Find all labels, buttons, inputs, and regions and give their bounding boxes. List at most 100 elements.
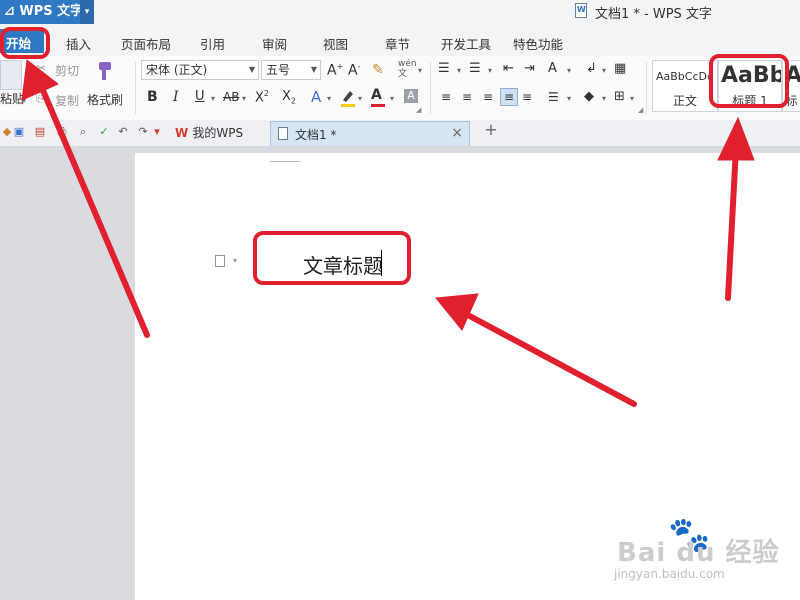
shading-icon[interactable]: ◆ [584, 89, 594, 104]
undo-icon[interactable]: ↶ [116, 125, 130, 139]
paste-dropdown-icon[interactable]: ▾ [22, 96, 26, 105]
chevron-down-icon[interactable]: ▾ [211, 94, 215, 103]
chevron-down-icon[interactable]: ▾ [418, 66, 422, 75]
paragraph-mark-icon[interactable]: ↲ [586, 61, 597, 76]
italic-icon[interactable]: I [173, 89, 179, 105]
customize-toolbar-icon[interactable]: ▾ [150, 125, 164, 139]
left-gutter [0, 147, 135, 600]
spell-check-icon[interactable]: ✓ [97, 125, 111, 139]
phonetic-guide-icon[interactable]: wén 文 [398, 59, 417, 79]
chevron-down-icon[interactable]: ▾ [358, 94, 362, 103]
chinese-layout-icon[interactable]: A [548, 61, 557, 76]
style-normal-label: 正文 [672, 94, 697, 108]
subscript-icon[interactable]: X2 [282, 89, 296, 106]
document-icon [278, 127, 288, 140]
chevron-down-icon: ▼ [248, 65, 255, 74]
chevron-down-icon[interactable]: ▾ [602, 66, 606, 75]
paragraph-handle-icon[interactable] [215, 255, 225, 267]
font-size-select[interactable]: 五号 ▼ [261, 60, 321, 80]
copy-button[interactable]: 复制 [55, 92, 79, 109]
chevron-down-icon[interactable]: ▾ [567, 94, 571, 103]
watermark-logo: Bai du 经验 [617, 538, 780, 568]
highlight-box-home-tab [0, 27, 50, 59]
chevron-down-icon: ▼ [310, 65, 317, 74]
title-bar: ⊿ WPS 文字 ▾ 文档1 * - WPS 文字 [0, 0, 800, 26]
separator [430, 62, 431, 114]
table-icon[interactable]: ▦ [614, 61, 626, 76]
new-tab-button[interactable]: + [484, 122, 498, 138]
my-wps-tab-label: 我的WPS [192, 126, 244, 140]
app-menu-button[interactable]: ⊿ WPS 文字 [0, 0, 83, 24]
character-shading-icon[interactable]: A [404, 89, 418, 103]
chevron-down-icon[interactable]: ▾ [233, 256, 237, 265]
window-title: 文档1 * - WPS 文字 [595, 7, 712, 22]
font-family-value: 宋体 (正文) [146, 63, 208, 77]
document-tab[interactable]: 文档1 * × [270, 121, 470, 146]
highlight-box-heading-text [253, 231, 411, 285]
ribbon-home: 粘贴 ▾ ✂ 剪切 ⎘ 复制 格式刷 宋体 (正文) ▼ 五号 ▼ A+ A- … [0, 56, 800, 121]
chevron-down-icon[interactable]: ▾ [390, 94, 394, 103]
chevron-down-icon[interactable]: ▾ [630, 94, 634, 103]
chevron-down-icon[interactable]: ▾ [242, 94, 246, 103]
tab-page-layout[interactable]: 页面布局 [121, 34, 171, 53]
bullet-list-icon[interactable]: ☰ [438, 61, 450, 76]
my-wps-tab[interactable]: W 我的WPS [175, 124, 243, 141]
print-preview-icon[interactable]: ⌕ [76, 125, 90, 139]
paste-icon[interactable] [0, 60, 22, 90]
font-size-value: 五号 [266, 63, 291, 77]
paste-button[interactable]: 粘贴 [0, 90, 24, 107]
border-icon[interactable]: ⊞ [614, 89, 625, 104]
align-right-icon[interactable]: ≡ [483, 90, 493, 104]
tab-chapter[interactable]: 章节 [385, 34, 410, 53]
font-dialog-launcher-icon[interactable]: ◢ [416, 106, 421, 114]
tab-view[interactable]: 视图 [323, 34, 348, 53]
tab-special[interactable]: 特色功能 [513, 34, 563, 53]
document-icon [575, 3, 587, 18]
clear-format-icon[interactable]: ✎ [372, 62, 384, 78]
distributed-icon[interactable]: ≡ [522, 90, 532, 104]
tab-insert[interactable]: 插入 [66, 34, 91, 53]
increase-indent-icon[interactable]: ⇥ [524, 61, 535, 76]
highlight-icon[interactable] [340, 88, 356, 108]
tab-references[interactable]: 引用 [200, 34, 225, 53]
format-painter-button[interactable]: 格式刷 [87, 91, 123, 108]
numbered-list-icon[interactable]: ☰ [469, 61, 481, 76]
align-left-icon[interactable]: ≡ [441, 90, 451, 104]
chevron-down-icon[interactable]: ▾ [457, 66, 461, 75]
save-icon[interactable]: ▣ [12, 125, 26, 139]
chevron-down-icon[interactable]: ▾ [567, 66, 571, 75]
underline-icon[interactable]: U [195, 89, 205, 104]
align-center-icon[interactable]: ≡ [462, 90, 472, 104]
bold-icon[interactable]: B [147, 89, 158, 105]
export-pdf-icon[interactable]: ▤ [33, 125, 47, 139]
separator [646, 62, 647, 114]
close-tab-button[interactable]: × [451, 125, 463, 141]
page-margin-mark [270, 153, 300, 162]
superscript-icon[interactable]: X2 [255, 89, 269, 105]
chevron-down-icon[interactable]: ▾ [327, 94, 331, 103]
cut-button[interactable]: 剪切 [55, 62, 79, 79]
paragraph-dialog-launcher-icon[interactable]: ◢ [638, 106, 643, 114]
chevron-down-icon[interactable]: ▾ [488, 66, 492, 75]
watermark-url: jingyan.baidu.com [614, 567, 725, 581]
strikethrough-icon[interactable]: AB [223, 90, 239, 104]
copy-icon[interactable]: ⎘ [36, 91, 46, 106]
justify-icon[interactable]: ≡ [500, 88, 518, 106]
line-spacing-icon[interactable]: ☰ [548, 90, 559, 104]
tab-developer[interactable]: 开发工具 [441, 34, 491, 53]
app-menu-dropdown-icon[interactable]: ▾ [80, 0, 94, 24]
redo-icon[interactable]: ↷ [136, 125, 150, 139]
grow-font-icon[interactable]: A+ [327, 62, 343, 79]
font-family-select[interactable]: 宋体 (正文) ▼ [141, 60, 259, 80]
shrink-font-icon[interactable]: A- [348, 62, 360, 79]
cut-icon[interactable]: ✂ [36, 61, 46, 75]
font-color-icon[interactable]: A [371, 87, 387, 109]
chevron-down-icon[interactable]: ▾ [602, 94, 606, 103]
decrease-indent-icon[interactable]: ⇤ [503, 61, 514, 76]
print-icon[interactable]: ⎙ [55, 125, 69, 139]
highlight-box-heading-style [709, 54, 789, 108]
style-normal-sample: AaBbCcDd [656, 70, 714, 83]
text-effect-icon[interactable]: A [311, 88, 321, 106]
format-painter-icon[interactable] [93, 60, 115, 82]
tab-review[interactable]: 审阅 [262, 34, 287, 53]
